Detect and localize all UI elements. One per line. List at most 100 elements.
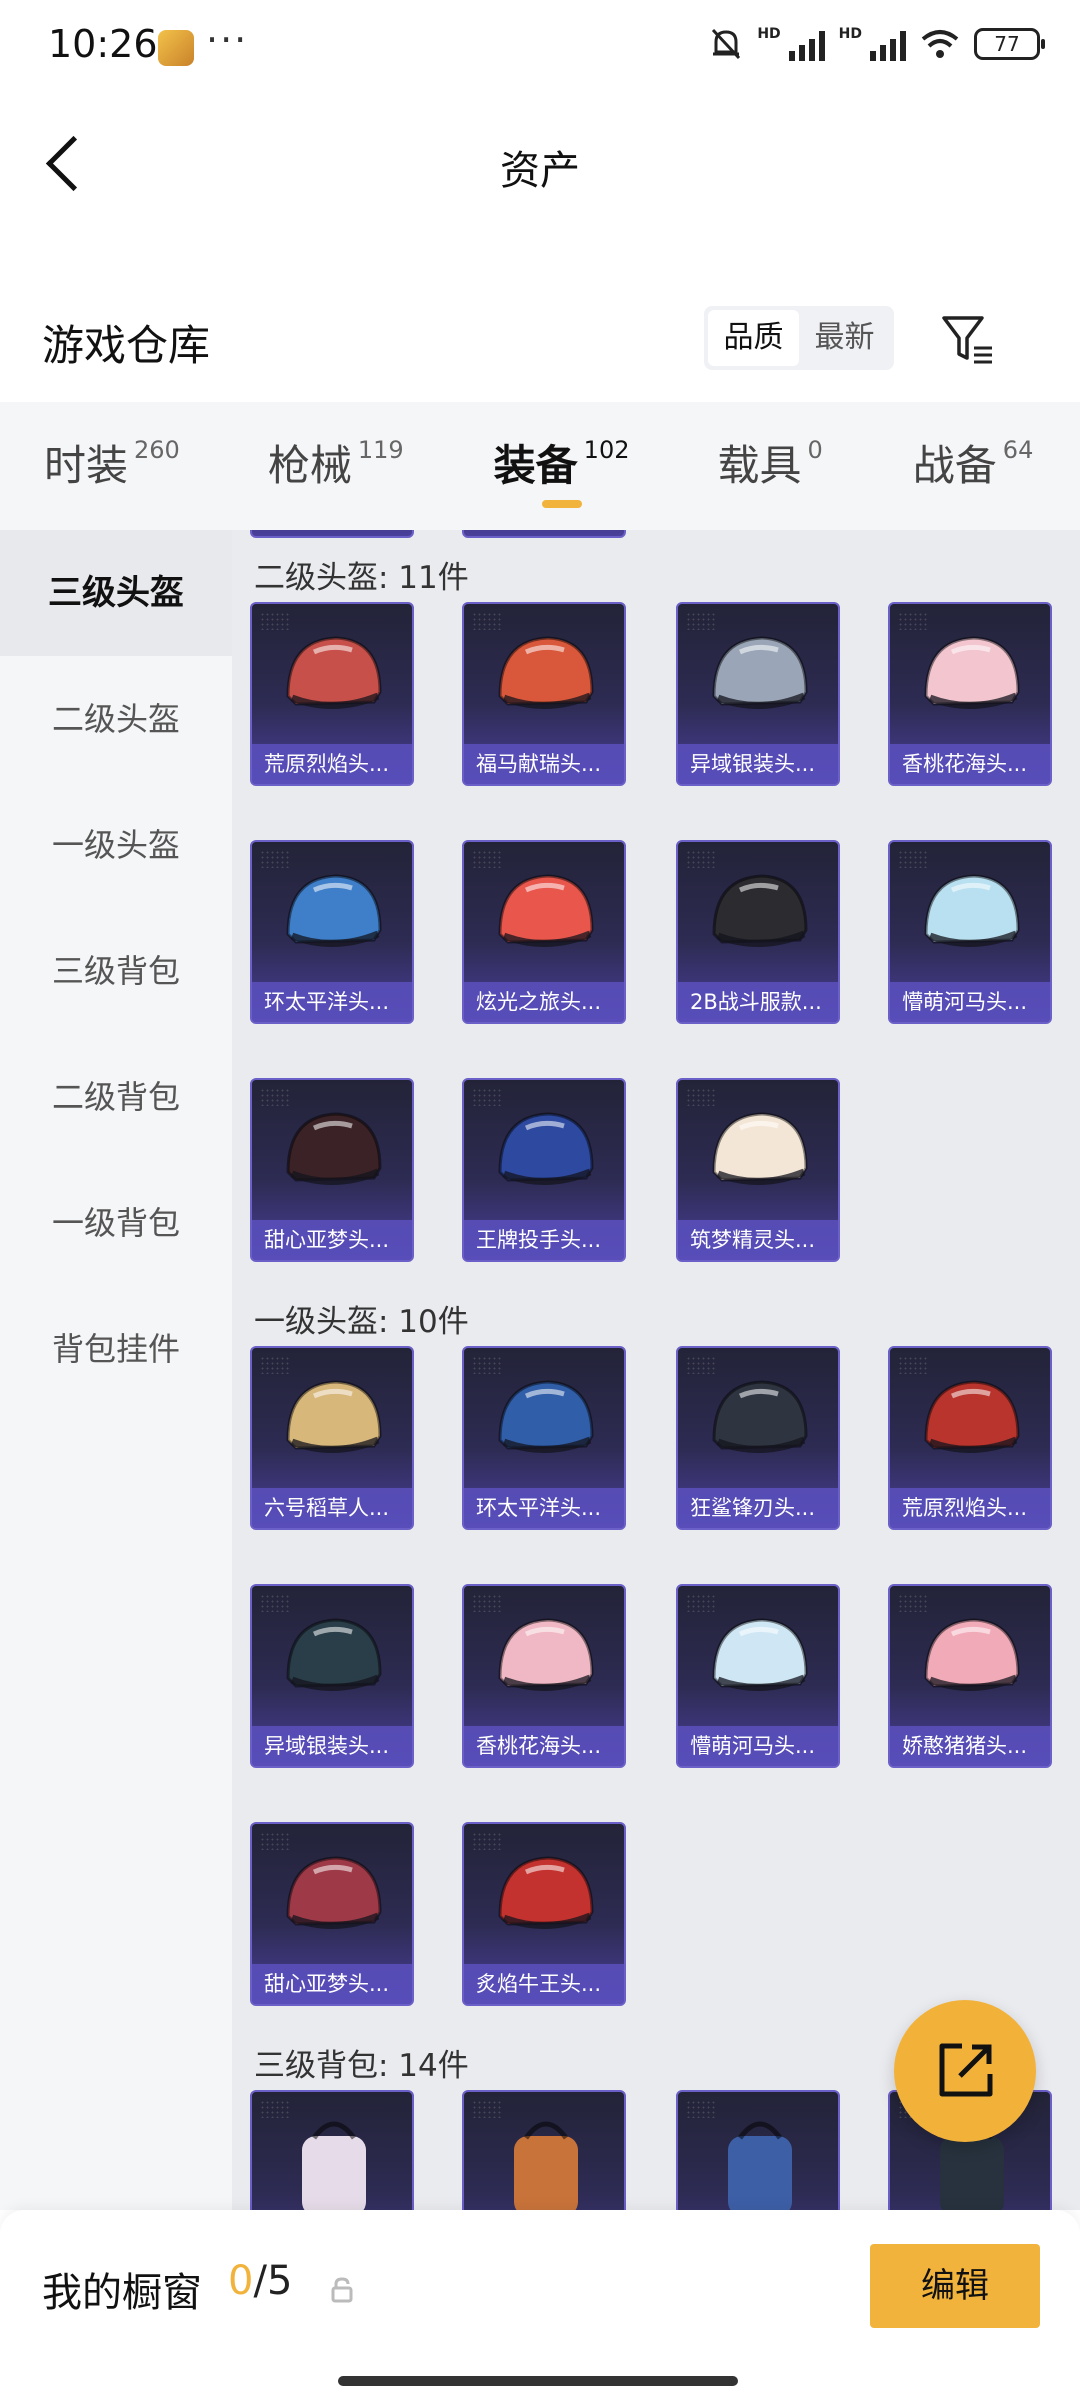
item-card[interactable] (676, 2090, 840, 2210)
item-card[interactable]: 懵萌河马头... (888, 840, 1052, 1024)
item-card-partial[interactable] (462, 530, 626, 538)
sort-latest-button[interactable]: 最新 (799, 310, 890, 366)
sidebar-item-level3-helmet[interactable]: 三级头盔 (0, 530, 232, 656)
sidebar-item-backpack-charm[interactable]: 背包挂件 (0, 1286, 232, 1412)
section-title: 一级头盔: 10件 (254, 1304, 469, 1340)
helmet-icon (498, 636, 594, 709)
item-name: 环太平洋头... (464, 1488, 624, 1528)
sort-quality-button[interactable]: 品质 (708, 310, 799, 366)
item-card[interactable]: 炫光之旅头... (462, 840, 626, 1024)
tab-count: 0 (807, 436, 823, 464)
item-card[interactable]: 懵萌河马头... (676, 1584, 840, 1768)
app-notification-icon (158, 30, 194, 66)
item-card-partial[interactable] (250, 530, 414, 538)
warehouse-title: 游戏仓库 (42, 321, 211, 370)
item-card[interactable]: 筑梦精灵头... (676, 1078, 840, 1262)
helmet-icon (286, 636, 382, 709)
filter-icon[interactable] (938, 310, 998, 370)
item-card[interactable]: 荒原烈焰头... (888, 1346, 1052, 1530)
item-name: 炫光之旅头... (464, 982, 624, 1022)
item-name: 甜心亚梦头... (252, 1220, 412, 1260)
sidebar-item-level1-helmet[interactable]: 一级头盔 (0, 782, 232, 908)
item-name: 环太平洋头... (252, 982, 412, 1022)
helmet-icon (286, 1380, 382, 1453)
item-name: 香桃花海头... (464, 1726, 624, 1766)
showcase-count: 0/5 (228, 2258, 292, 2304)
more-notifications-icon: ··· (206, 18, 249, 62)
item-card[interactable]: 六号稻草人... (250, 1346, 414, 1530)
section-title: 二级头盔: 11件 (254, 560, 469, 596)
tab-count: 102 (583, 436, 630, 464)
sidebar: 三级头盔 二级头盔 一级头盔 三级背包 二级背包 一级背包 背包挂件 (0, 530, 232, 2210)
wifi-icon (921, 30, 959, 58)
tab-equipment[interactable]: 装备 102 (494, 402, 630, 530)
tab-fashion[interactable]: 时装 260 (44, 402, 180, 530)
lock-icon (331, 2277, 353, 2303)
item-name: 炙焰牛王头... (464, 1964, 624, 2004)
item-card[interactable]: 环太平洋头... (250, 840, 414, 1024)
helmet-icon (924, 1618, 1020, 1691)
item-card[interactable] (462, 2090, 626, 2210)
item-card[interactable]: 2B战斗服款... (676, 840, 840, 1024)
sidebar-item-level2-backpack[interactable]: 二级背包 (0, 1034, 232, 1160)
item-name: 六号稻草人... (252, 1488, 412, 1528)
showcase-count-current: 0 (228, 2258, 254, 2304)
item-card[interactable] (250, 2090, 414, 2210)
share-button[interactable] (894, 2000, 1036, 2142)
hd-label-2: HD (838, 26, 862, 42)
item-name: 福马献瑞头... (464, 744, 624, 784)
signal-icon-2 (870, 27, 906, 61)
status-time: 10:26 (48, 22, 158, 66)
mute-bell-icon (712, 28, 741, 60)
tab-vehicles[interactable]: 载具 0 (717, 402, 822, 530)
tab-count: 119 (357, 436, 404, 464)
helmet-icon (498, 1380, 594, 1453)
item-name: 王牌投手头... (464, 1220, 624, 1260)
export-icon (939, 2043, 993, 2097)
item-card[interactable]: 甜心亚梦头... (250, 1822, 414, 2006)
tab-label: 战备 (912, 441, 997, 490)
item-name: 荒原烈焰头... (890, 1488, 1050, 1528)
item-card[interactable]: 甜心亚梦头... (250, 1078, 414, 1262)
category-tabs: 时装 260 枪械 119 装备 102 载具 0 战备 64 (0, 402, 1080, 530)
tab-count: 260 (134, 436, 180, 464)
warehouse-row: 游戏仓库 品质 最新 (0, 290, 1080, 400)
item-name: 香桃花海头... (890, 744, 1050, 784)
item-name: 懵萌河马头... (678, 1726, 838, 1766)
item-card[interactable]: 炙焰牛王头... (462, 1822, 626, 2006)
sidebar-item-level2-helmet[interactable]: 二级头盔 (0, 656, 232, 782)
battery-icon: 77 (974, 28, 1045, 60)
item-card[interactable]: 香桃花海头... (462, 1584, 626, 1768)
helmet-icon (286, 1112, 382, 1185)
item-card[interactable]: 香桃花海头... (888, 602, 1052, 786)
item-name: 2B战斗服款... (678, 982, 838, 1022)
helmet-icon (924, 874, 1020, 947)
tab-gear[interactable]: 战备 64 (913, 402, 1034, 530)
tab-label: 枪械 (267, 441, 352, 490)
item-card[interactable]: 王牌投手头... (462, 1078, 626, 1262)
helmet-icon (924, 1380, 1020, 1453)
helmet-icon (712, 636, 808, 709)
sidebar-item-level1-backpack[interactable]: 一级背包 (0, 1160, 232, 1286)
helmet-icon (498, 1856, 594, 1929)
header: 资产 (0, 100, 1080, 230)
helmet-icon (286, 874, 382, 947)
tab-label: 时装 (44, 441, 129, 490)
helmet-icon (498, 1112, 594, 1185)
sidebar-item-level3-backpack[interactable]: 三级背包 (0, 908, 232, 1034)
item-card[interactable]: 异域银装头... (676, 602, 840, 786)
item-card[interactable]: 异域银装头... (250, 1584, 414, 1768)
home-indicator[interactable] (338, 2376, 738, 2386)
item-name: 娇憨猪猪头... (890, 1726, 1050, 1766)
helmet-icon (712, 1112, 808, 1185)
tab-guns[interactable]: 枪械 119 (268, 402, 404, 530)
item-card[interactable]: 狂鲨锋刃头... (676, 1346, 840, 1530)
edit-button[interactable]: 编辑 (870, 2244, 1040, 2328)
section-title: 三级背包: 14件 (254, 2048, 469, 2084)
item-card[interactable]: 荒原烈焰头... (250, 602, 414, 786)
helmet-icon (286, 1618, 382, 1691)
item-card[interactable]: 环太平洋头... (462, 1346, 626, 1530)
sort-toggle: 品质 最新 (704, 306, 894, 370)
item-card[interactable]: 娇憨猪猪头... (888, 1584, 1052, 1768)
item-card[interactable]: 福马献瑞头... (462, 602, 626, 786)
